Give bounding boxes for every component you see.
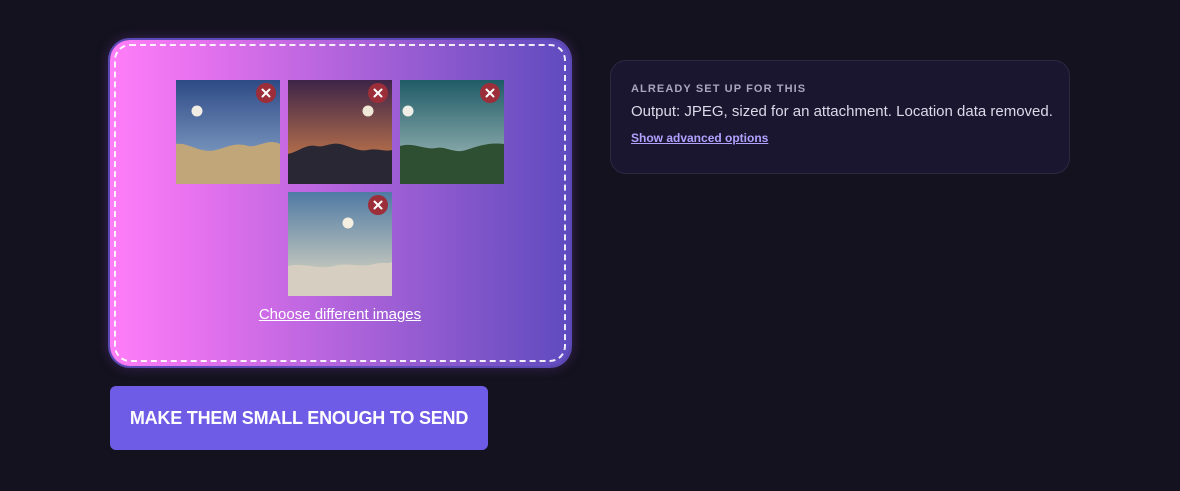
remove-image-button[interactable] <box>480 83 500 103</box>
output-settings-text: Output: JPEG, sized for an attachment. L… <box>631 103 1053 120</box>
info-card-heading: ALREADY SET UP FOR THIS <box>631 83 807 95</box>
remove-image-button[interactable] <box>368 83 388 103</box>
show-advanced-options-link[interactable]: Show advanced options <box>631 131 768 145</box>
image-thumbnail <box>288 192 392 296</box>
image-dropzone[interactable]: Choose different images <box>110 40 570 366</box>
image-thumbnail <box>400 80 504 184</box>
remove-image-button[interactable] <box>368 195 388 215</box>
page: Choose different images MAKE THEM SMALL … <box>0 0 1180 491</box>
close-icon <box>373 200 383 210</box>
make-small-enough-button[interactable]: MAKE THEM SMALL ENOUGH TO SEND <box>110 386 488 450</box>
choose-different-images-link[interactable]: Choose different images <box>110 306 570 323</box>
remove-image-button[interactable] <box>256 83 276 103</box>
image-thumbnail <box>288 80 392 184</box>
close-icon <box>261 88 271 98</box>
close-icon <box>485 88 495 98</box>
preset-info-card: ALREADY SET UP FOR THIS Output: JPEG, si… <box>610 60 1070 174</box>
close-icon <box>373 88 383 98</box>
image-thumbnail <box>176 80 280 184</box>
